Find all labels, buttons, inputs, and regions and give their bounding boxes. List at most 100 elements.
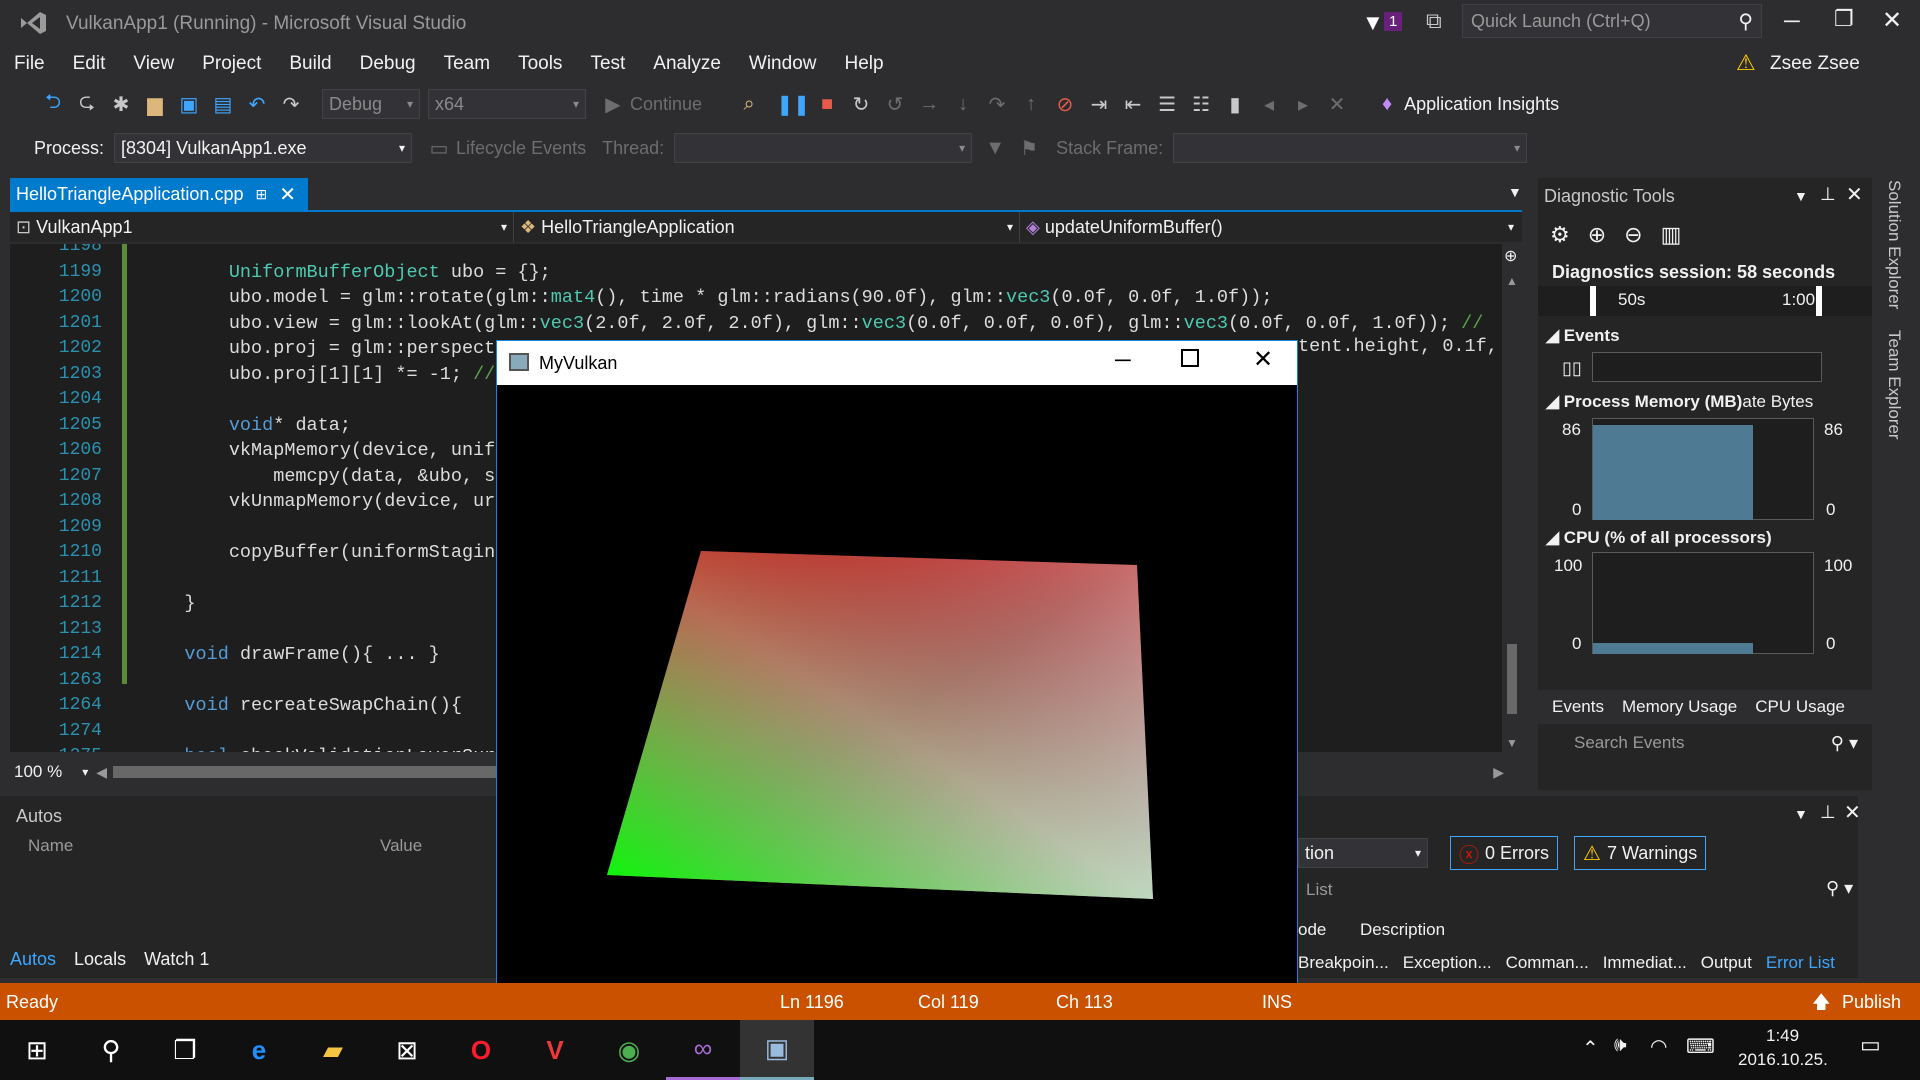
horizontal-scrollbar-thumb[interactable] <box>113 766 514 778</box>
pin-icon[interactable]: ⊥ <box>1820 802 1836 823</box>
minimize-button[interactable]: ─ <box>1115 347 1131 373</box>
forward-icon[interactable]: ⮎ <box>74 91 100 117</box>
stack-frame-select[interactable]: ▾ <box>1173 133 1528 163</box>
tab-autos[interactable]: Autos <box>10 949 56 970</box>
step-over-icon[interactable]: ↷ <box>984 91 1010 117</box>
myvulkan-window[interactable]: MyVulkan ─ ✕ <box>496 340 1298 984</box>
breakpoints-icon[interactable]: ⊘ <box>1052 91 1078 117</box>
flag-icon[interactable]: ⚑ <box>1016 135 1042 161</box>
thread-select[interactable]: ▾ <box>674 133 973 163</box>
cpu-section-label[interactable]: ◢ CPU (% of all processors) <box>1546 528 1772 548</box>
menu-file[interactable]: File <box>0 53 59 75</box>
column-name[interactable]: Name <box>28 836 73 856</box>
scroll-down-icon[interactable]: ▼ <box>1506 736 1518 750</box>
menu-edit[interactable]: Edit <box>59 53 120 75</box>
document-tab[interactable]: HelloTriangleApplication.cpp ⊞ ✕ <box>10 178 308 210</box>
comment-icon[interactable]: ☰ <box>1154 91 1180 117</box>
close-tab-icon[interactable]: ✕ <box>279 182 296 207</box>
feedback-icon[interactable]: ⧉ <box>1426 8 1442 34</box>
notification-badge[interactable]: 1 <box>1384 12 1403 31</box>
uncomment-icon[interactable]: ☷ <box>1188 91 1214 117</box>
tab-output[interactable]: Output <box>1701 953 1752 973</box>
tab-cpu-usage[interactable]: CPU Usage <box>1755 697 1845 717</box>
show-hidden-icons-icon[interactable]: ⌃ <box>1582 1036 1599 1061</box>
show-next-statement-icon[interactable]: → <box>916 91 942 117</box>
menu-window[interactable]: Window <box>735 53 831 75</box>
lifecycle-events-button[interactable]: Lifecycle Events <box>456 138 586 159</box>
search-icon[interactable]: ⚲ ▾ <box>1826 878 1853 899</box>
back-icon[interactable]: ⮌ <box>40 91 66 117</box>
close-panel-icon[interactable]: ✕ <box>1844 800 1861 825</box>
process-select[interactable]: [8304] VulkanApp1.exe ▾ <box>114 133 413 163</box>
lifecycle-icon[interactable]: ▭ <box>426 135 452 161</box>
tab-error-list[interactable]: Error List <box>1766 953 1835 973</box>
bookmark-icon[interactable]: ▮ <box>1222 91 1248 117</box>
break-all-icon[interactable]: ❚❚ <box>776 91 810 117</box>
undo-icon[interactable]: ↶ <box>244 91 270 117</box>
reset-zoom-icon[interactable]: ▥ <box>1661 222 1682 248</box>
column-code[interactable]: ode <box>1298 920 1326 940</box>
pin-icon[interactable]: ⊥ <box>1820 184 1836 205</box>
user-name[interactable]: Zsee Zsee <box>1770 53 1860 75</box>
keyboard-icon[interactable]: ⌨ <box>1686 1034 1715 1059</box>
menu-project[interactable]: Project <box>188 53 275 75</box>
settings-gear-icon[interactable]: ⚙ <box>1550 222 1570 248</box>
maximize-button[interactable] <box>1181 349 1199 367</box>
stop-icon[interactable]: ■ <box>814 91 840 117</box>
column-value[interactable]: Value <box>380 836 422 856</box>
save-icon[interactable]: ▣ <box>176 91 202 117</box>
events-section-label[interactable]: ◢ Events <box>1546 326 1620 346</box>
edge-browser-icon[interactable]: e <box>222 1020 296 1080</box>
pause-icon[interactable]: ▯▯ <box>1562 358 1582 379</box>
myvulkan-title-bar[interactable]: MyVulkan ─ ✕ <box>497 341 1297 385</box>
panel-menu-icon[interactable]: ▼ <box>1794 188 1808 204</box>
redo-icon[interactable]: ↷ <box>278 91 304 117</box>
restore-button[interactable]: ❐ <box>1834 6 1854 32</box>
scroll-right-icon[interactable]: ▶ <box>1493 764 1504 781</box>
editor-vertical-scrollbar[interactable]: ⊕ ▲ ▼ <box>1502 244 1522 752</box>
step-into-icon[interactable]: ↓ <box>950 91 976 117</box>
close-panel-icon[interactable]: ✕ <box>1846 182 1863 207</box>
column-description[interactable]: Description <box>1360 920 1445 940</box>
warnings-filter-button[interactable]: ⚠ 7 Warnings <box>1574 836 1707 870</box>
chevron-down-icon[interactable]: ▾ <box>82 765 88 779</box>
next-bookmark-icon[interactable]: ▸ <box>1290 91 1316 117</box>
task-view-icon[interactable]: ❐ <box>148 1020 222 1080</box>
scroll-left-icon[interactable]: ◀ <box>96 764 107 781</box>
zoom-in-icon[interactable]: ⊕ <box>1588 222 1606 248</box>
tab-watch-1[interactable]: Watch 1 <box>144 949 209 970</box>
scope-select[interactable]: tion ▾ <box>1298 838 1428 868</box>
memory-section-label[interactable]: ◢ Process Memory (MB)ate Bytes <box>1546 392 1813 412</box>
visual-studio-taskbar-icon[interactable]: ∞ <box>666 1020 740 1080</box>
timeline-right-handle[interactable] <box>1816 286 1822 316</box>
store-icon[interactable]: ⊠ <box>370 1020 444 1080</box>
step-out-icon[interactable]: ↑ <box>1018 91 1044 117</box>
scrollbar-thumb[interactable] <box>1507 644 1517 714</box>
split-icon[interactable]: ⊕ <box>1504 246 1517 266</box>
publish-button[interactable]: Publish <box>1842 992 1901 1013</box>
tab-breakpoints[interactable]: Breakpoin... <box>1298 953 1389 973</box>
publish-icon[interactable]: 🡅 <box>1812 990 1831 1020</box>
search-icon[interactable]: ⚲ <box>74 1020 148 1080</box>
tab-exception-settings[interactable]: Exception... <box>1403 953 1492 973</box>
scroll-up-icon[interactable]: ▲ <box>1506 274 1518 288</box>
tab-command-window[interactable]: Comman... <box>1506 953 1589 973</box>
solution-explorer-tab[interactable]: Solution Explorer <box>1884 180 1904 309</box>
restart-icon[interactable]: ↻ <box>848 91 874 117</box>
menu-test[interactable]: Test <box>576 53 639 75</box>
menu-team[interactable]: Team <box>430 53 504 75</box>
tab-memory-usage[interactable]: Memory Usage <box>1622 697 1737 717</box>
volume-icon[interactable]: 🕪 <box>1614 1034 1627 1057</box>
filter-icon[interactable]: ▼ <box>1362 10 1384 36</box>
tab-locals[interactable]: Locals <box>74 949 126 970</box>
team-explorer-tab[interactable]: Team Explorer <box>1884 330 1904 440</box>
application-insights-button[interactable]: Application Insights <box>1404 94 1559 115</box>
close-button[interactable]: ✕ <box>1253 345 1273 374</box>
errors-filter-button[interactable]: ⓧ 0 Errors <box>1450 836 1559 870</box>
clock-time[interactable]: 1:49 <box>1766 1026 1799 1046</box>
vivaldi-browser-icon[interactable]: V <box>518 1020 592 1080</box>
indent-icon[interactable]: ⇥ <box>1086 91 1112 117</box>
prev-bookmark-icon[interactable]: ◂ <box>1256 91 1282 117</box>
save-all-icon[interactable]: ▤ <box>210 91 236 117</box>
panel-menu-icon[interactable]: ▼ <box>1794 806 1808 822</box>
